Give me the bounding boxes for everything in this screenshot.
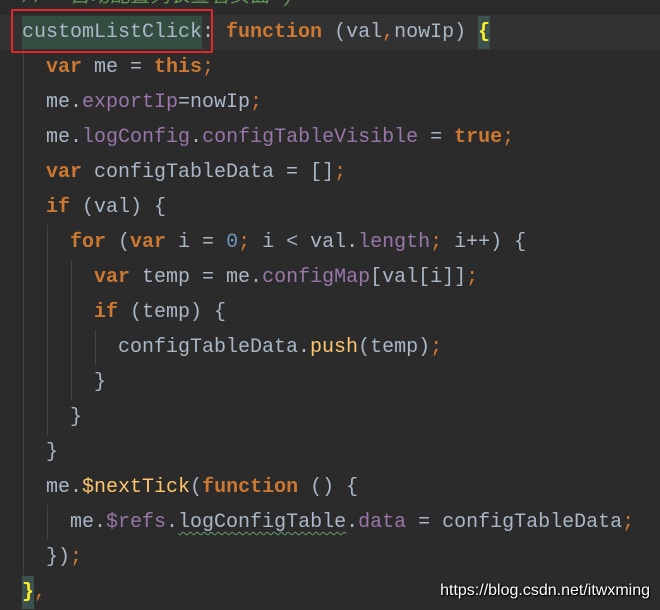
identifier-typo-underlined: logConfigTable (178, 511, 347, 534)
semicolon: ; (202, 56, 215, 79)
keyword-var: var (22, 56, 83, 79)
code-line[interactable]: var temp = me.configMap[val[i]]; (0, 260, 660, 295)
code-line[interactable]: me.$nextTick(function () { (0, 470, 660, 505)
keyword-var: var (22, 161, 83, 184)
keyword-this: this (154, 56, 203, 79)
code-text: configTableData = [] (82, 161, 335, 184)
watermark-url: https://blog.csdn.net/itwxming (440, 582, 650, 599)
code-line[interactable]: configTableData.push(temp); (0, 330, 660, 365)
property-config-map: configMap (262, 266, 371, 289)
code-text: nowIp) (394, 21, 479, 44)
property-length: length (358, 231, 431, 254)
code-line[interactable]: if (val) { (0, 190, 660, 225)
closing-brace: } (22, 441, 59, 464)
method-call-push: push (310, 336, 359, 359)
code-line[interactable]: me.exportIp=nowIp; (0, 85, 660, 120)
code-text: ( (106, 231, 131, 254)
property-config-table-visible: configTableVisible (202, 126, 419, 149)
comma: , (34, 581, 47, 604)
code-text: me. (22, 511, 107, 534)
code-text: (val) { (70, 196, 167, 219)
code-text: =nowIp (178, 91, 251, 114)
code-text: [val[i]] (370, 266, 467, 289)
code-area[interactable]: // 自动配置列表查看页面 ) customListClick: functio… (0, 0, 660, 610)
code-text: () { (298, 476, 359, 499)
number-literal: 0 (226, 231, 239, 254)
code-text: me. (22, 91, 83, 114)
keyword-for: for (22, 231, 107, 254)
code-line[interactable]: }); (0, 540, 660, 575)
property-data: data (358, 511, 407, 534)
keyword-function: function (226, 21, 323, 44)
property-refs: $refs (106, 511, 167, 534)
code-line[interactable]: for (var i = 0; i < val.length; i++) { (0, 225, 660, 260)
semicolon: ; (430, 231, 443, 254)
code-text: configTableData. (22, 336, 311, 359)
code-line[interactable]: } (0, 400, 660, 435)
code-line[interactable]: me.logConfig.configTableVisible = true; (0, 120, 660, 155)
property-export-ip: exportIp (82, 91, 179, 114)
semicolon: ; (466, 266, 479, 289)
semicolon: ; (502, 126, 515, 149)
code-text: i < val. (250, 231, 359, 254)
keyword-function: function (202, 476, 299, 499)
code-text: temp = me. (130, 266, 263, 289)
semicolon: ; (238, 231, 251, 254)
semicolon: ; (250, 91, 263, 114)
semicolon: ; (70, 546, 83, 569)
keyword-true: true (454, 126, 503, 149)
semicolon: ; (334, 161, 347, 184)
code-line[interactable]: me.$refs.logConfigTable.data = configTab… (0, 505, 660, 540)
code-text: me. (22, 126, 83, 149)
keyword-if: if (22, 301, 119, 324)
closing-brace: } (22, 406, 83, 429)
keyword-var: var (22, 266, 131, 289)
code-text: = (418, 126, 455, 149)
code-text: i = (166, 231, 227, 254)
code-text: ( (190, 476, 203, 499)
code-line[interactable]: if (temp) { (0, 295, 660, 330)
closing-brace: } (22, 371, 107, 394)
code-text: (temp) { (118, 301, 227, 324)
code-line[interactable]: var me = this; (0, 50, 660, 85)
matched-brace-close: } (22, 576, 35, 609)
keyword-if: if (22, 196, 71, 219)
code-line[interactable]: } (0, 435, 660, 470)
code-text: me. (22, 476, 83, 499)
code-text: . (190, 126, 203, 149)
method-call-next-tick: $nextTick (82, 476, 191, 499)
code-text: i++) { (442, 231, 527, 254)
code-text: = configTableData (406, 511, 623, 534)
matched-brace-open: { (478, 16, 491, 49)
property-log-config: logConfig (82, 126, 191, 149)
code-text: (temp) (358, 336, 431, 359)
code-text: me = (82, 56, 155, 79)
code-line[interactable]: var configTableData = []; (0, 155, 660, 190)
comma: , (382, 21, 395, 44)
code-text: . (166, 511, 179, 534)
closing-brace-paren: }) (22, 546, 71, 569)
code-comment: // 自动配置列表查看页面 ) (22, 0, 294, 9)
keyword-var: var (130, 231, 167, 254)
semicolon: ; (622, 511, 635, 534)
annotation-red-box (11, 9, 213, 53)
code-text: (val (322, 21, 383, 44)
code-text: . (346, 511, 359, 534)
code-line[interactable]: } (0, 365, 660, 400)
semicolon: ; (430, 336, 443, 359)
code-editor[interactable]: // 自动配置列表查看页面 ) customListClick: functio… (0, 0, 660, 610)
